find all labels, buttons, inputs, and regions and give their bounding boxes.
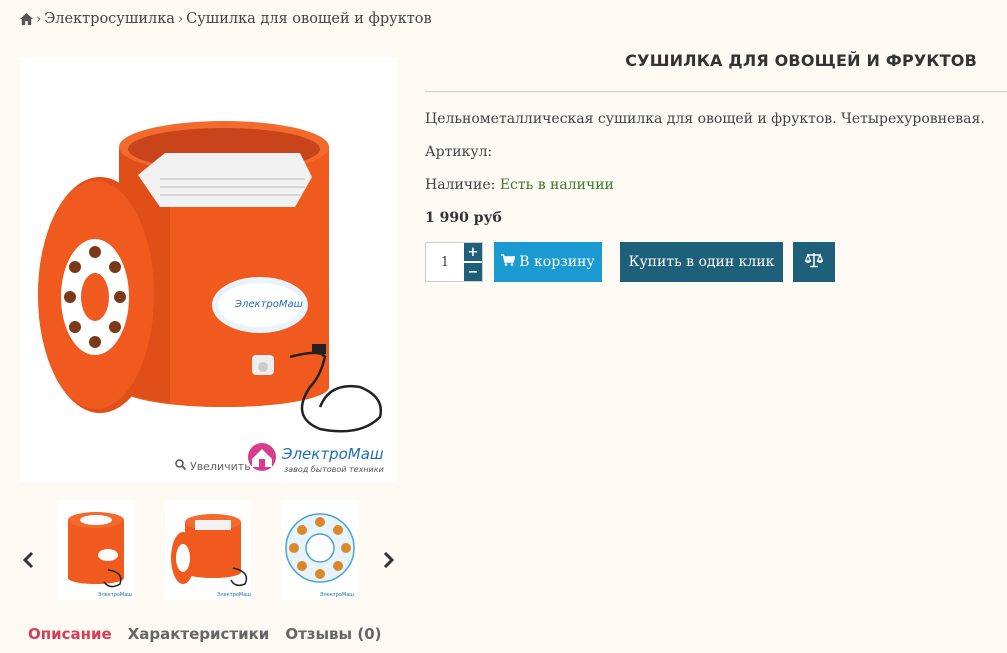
- brand-logo: ЭлектроМаш завод бытовой техники: [244, 441, 392, 477]
- main-product-image[interactable]: ЭлектроМаш Увеличить ЭлектроМаш завод бы…: [20, 57, 397, 482]
- availability: Наличие: Есть в наличии: [425, 177, 614, 193]
- product-price: 1 990 руб: [425, 210, 502, 226]
- thumbnail-next-button[interactable]: [379, 546, 399, 574]
- scales-icon: [804, 252, 824, 272]
- thumbnail-image: ЭлектроМаш: [171, 514, 251, 598]
- breadcrumb-separator: ›: [177, 11, 184, 27]
- breadcrumb-separator: ›: [36, 11, 42, 27]
- home-icon[interactable]: [20, 13, 33, 25]
- svg-text:ЭлектроМаш: ЭлектроМаш: [217, 592, 251, 598]
- title-divider: [425, 91, 1007, 92]
- availability-label: Наличие:: [425, 177, 496, 193]
- breadcrumb: › Электросушилка › Сушилка для овощей и …: [20, 11, 432, 27]
- quantity-stepper: + −: [425, 242, 483, 282]
- thumbnail-image: ЭлектроМаш: [68, 512, 132, 598]
- availability-value: Есть в наличии: [499, 177, 614, 193]
- svg-text:ЭлектроМаш: ЭлектроМаш: [98, 592, 132, 598]
- quantity-increase-button[interactable]: +: [464, 243, 482, 261]
- product-photo: ЭлектроМаш: [38, 121, 383, 433]
- svg-text:ЭлектроМаш: ЭлектроМаш: [320, 592, 354, 598]
- article-label: Артикул:: [425, 144, 493, 160]
- zoom-icon: [175, 459, 187, 473]
- thumbnail-dryer-closed[interactable]: ЭлектроМаш: [58, 500, 134, 600]
- add-to-cart-label: В корзину: [519, 254, 595, 270]
- product-description: Цельнометаллическая сушилка для овощей и…: [425, 111, 985, 127]
- quantity-buttons: + −: [464, 243, 482, 281]
- thumbnail-prev-button[interactable]: [18, 546, 38, 574]
- logo-text: ЭлектроМаш: [281, 445, 384, 463]
- logo-subtext: завод бытовой техники: [284, 465, 384, 474]
- thumbnail-dryer-open[interactable]: ЭлектроМаш: [165, 500, 251, 600]
- zoom-link[interactable]: Увеличить: [175, 459, 251, 473]
- quantity-input[interactable]: [426, 243, 464, 281]
- breadcrumb-item-category[interactable]: Электросушилка: [44, 11, 175, 27]
- tab-characteristics[interactable]: Характеристики: [128, 625, 270, 643]
- thumbnail-image: ЭлектроМаш: [285, 513, 355, 598]
- tab-description[interactable]: Описание: [28, 625, 112, 643]
- quantity-decrease-button[interactable]: −: [464, 263, 482, 281]
- product-tabs: Описание Характеристики Отзывы (0): [28, 625, 381, 643]
- compare-button[interactable]: [793, 242, 835, 282]
- product-title: СУШИЛКА ДЛЯ ОВОЩЕЙ И ФРУКТОВ: [625, 51, 977, 70]
- chevron-left-icon: [22, 551, 34, 569]
- chevron-right-icon: [383, 551, 395, 569]
- cart-icon: [501, 254, 516, 270]
- buy-one-click-button[interactable]: Купить в один клик: [620, 242, 783, 282]
- add-to-cart-button[interactable]: В корзину: [494, 242, 602, 282]
- breadcrumb-item-current: Сушилка для овощей и фруктов: [186, 11, 432, 27]
- thumbnail-lid-top-view[interactable]: ЭлектроМаш: [282, 500, 358, 600]
- tab-reviews[interactable]: Отзывы (0): [285, 625, 381, 643]
- zoom-label: Увеличить: [190, 459, 251, 473]
- svg-text:ЭлектроМаш: ЭлектроМаш: [234, 299, 303, 310]
